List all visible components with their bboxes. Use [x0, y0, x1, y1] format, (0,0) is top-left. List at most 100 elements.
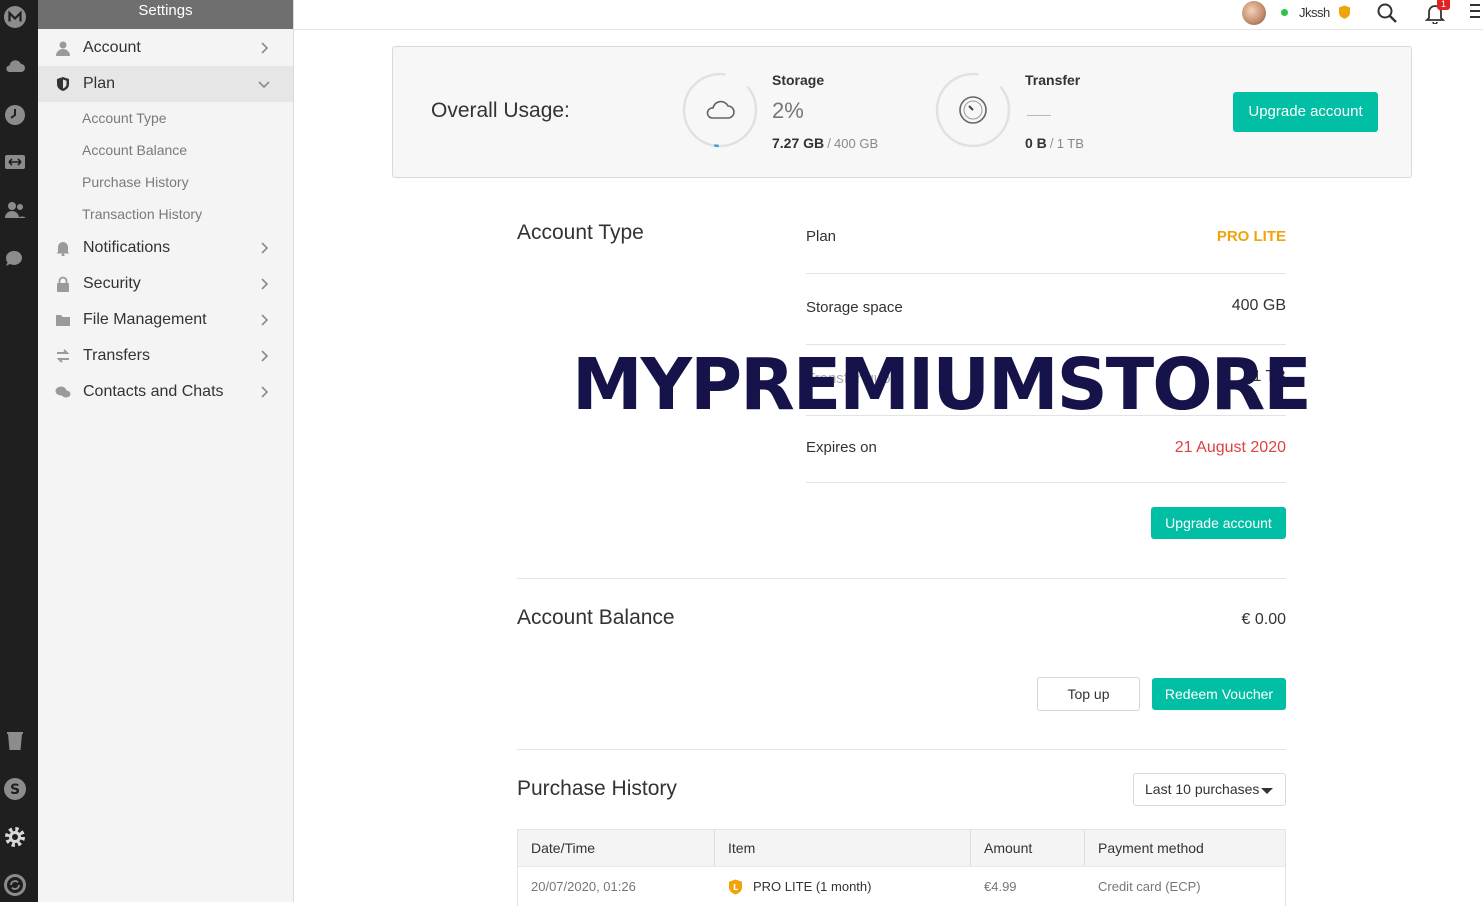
avatar[interactable]	[1242, 1, 1266, 25]
lock-icon	[54, 276, 71, 293]
plan-value: PRO LITE	[1216, 228, 1286, 245]
sidebar-item-label: Security	[83, 275, 141, 292]
sync-icon[interactable]	[3, 873, 27, 897]
storage-percent: 2%	[772, 98, 804, 123]
top-up-button[interactable]: Top up	[1037, 677, 1140, 711]
rubbish-bin-icon[interactable]	[3, 729, 27, 753]
storage-total: 400 GB	[834, 136, 879, 151]
pro-badge-icon	[1339, 5, 1350, 19]
sidebar-subitem-transaction-history[interactable]: Transaction History	[38, 198, 293, 230]
chat-icon[interactable]	[3, 247, 27, 271]
upgrade-account-button-top[interactable]: Upgrade account	[1233, 92, 1378, 132]
chevron-right-icon	[261, 278, 269, 290]
storage-space-value: 400 GB	[1231, 297, 1286, 314]
divider	[806, 273, 1286, 274]
sidebar-item-notifications[interactable]: Notifications	[38, 230, 293, 266]
cell-item-label: PRO LITE (1 month)	[753, 878, 872, 894]
upgrade-account-button[interactable]: Upgrade account	[1151, 507, 1286, 539]
table-header: Date/Time Item Amount Payment method	[518, 830, 1285, 866]
sidebar-item-label: Contacts and Chats	[83, 383, 224, 400]
top-bar: Jkssh 1	[294, 0, 1483, 30]
cell-amount: €4.99	[984, 879, 1017, 894]
sidebar-header: Settings	[38, 0, 293, 29]
svg-text:S: S	[10, 782, 20, 798]
sidebar-item-label: Plan	[83, 75, 116, 92]
transfer-value: 0 B/1 TB	[1025, 135, 1084, 151]
bell-icon	[54, 240, 71, 257]
overall-usage-card: Overall Usage: Storage 2% 7.27 GB/400 GB…	[392, 46, 1412, 178]
chevron-right-icon	[261, 386, 269, 398]
chevron-right-icon	[261, 314, 269, 326]
transfer-percent-placeholder	[1027, 115, 1051, 116]
achievements-icon[interactable]: S	[3, 777, 27, 801]
expires-on-label: Expires on	[806, 439, 877, 456]
account-type-title: Account Type	[517, 221, 644, 244]
chat-bubbles-icon	[54, 384, 71, 401]
chevron-down-icon	[258, 81, 270, 89]
sidebar-subitem-account-balance[interactable]: Account Balance	[38, 134, 293, 166]
menu-icon[interactable]	[1470, 4, 1480, 22]
username[interactable]: Jkssh	[1299, 5, 1330, 20]
transfer-used: 0 B	[1025, 135, 1047, 151]
recents-clock-icon[interactable]	[3, 103, 27, 127]
app-rail: S	[0, 0, 38, 902]
transfer-total: 1 TB	[1056, 136, 1084, 151]
caret-down-icon	[1261, 788, 1273, 794]
column-header-date[interactable]: Date/Time	[518, 830, 715, 866]
purchase-filter-dropdown[interactable]: Last 10 purchases	[1133, 773, 1286, 806]
notification-count-badge: 1	[1437, 0, 1450, 10]
folder-icon	[54, 312, 71, 329]
search-icon[interactable]	[1376, 2, 1398, 24]
cloud-drive-icon[interactable]	[3, 54, 27, 78]
purchase-history-table: Date/Time Item Amount Payment method 20/…	[517, 829, 1286, 906]
transfer-arrows-icon	[54, 348, 71, 365]
sidebar-item-security[interactable]: Security	[38, 266, 293, 302]
sidebar-subitem-account-type[interactable]: Account Type	[38, 102, 293, 134]
pro-lite-badge-icon: L	[729, 879, 742, 894]
storage-space-label: Storage space	[806, 299, 903, 316]
purchase-filter-value: Last 10 purchases	[1145, 781, 1260, 797]
column-header-item[interactable]: Item	[715, 830, 971, 866]
redeem-voucher-button[interactable]: Redeem Voucher	[1152, 678, 1286, 710]
column-header-payment-method[interactable]: Payment method	[1085, 830, 1285, 866]
sidebar-subitem-purchase-history[interactable]: Purchase History	[38, 166, 293, 198]
plan-label: Plan	[806, 228, 837, 245]
cell-date: 20/07/2020, 01:26	[531, 879, 636, 894]
sidebar-item-transfers[interactable]: Transfers	[38, 338, 293, 374]
chevron-right-icon	[261, 242, 269, 254]
watermark-text: MYPREMIUMSTORE	[572, 343, 1312, 426]
table-row[interactable]: 20/07/2020, 01:26 L PRO LITE (1 month) €…	[518, 866, 1285, 906]
storage-used: 7.27 GB	[772, 135, 825, 151]
storage-separator: /	[827, 135, 832, 151]
account-balance-title: Account Balance	[517, 606, 675, 629]
svg-text:L: L	[733, 883, 738, 892]
section-divider	[517, 749, 1286, 750]
settings-sidebar: Settings Account Plan Account Type Accou…	[38, 0, 294, 902]
shield-icon	[54, 76, 71, 93]
sidebar-item-label: File Management	[83, 311, 207, 328]
account-balance-value: € 0.00	[1241, 611, 1286, 628]
sidebar-item-plan[interactable]: Plan	[38, 66, 293, 102]
cell-payment-method: Credit card (ECP)	[1098, 879, 1201, 894]
contacts-icon[interactable]	[3, 198, 27, 222]
mega-logo-icon[interactable]	[3, 5, 27, 29]
sidebar-item-account[interactable]: Account	[38, 30, 293, 66]
online-status-dot	[1281, 9, 1288, 16]
cell-item: L PRO LITE (1 month)	[715, 867, 971, 906]
transfer-separator: /	[1049, 135, 1054, 151]
sidebar-item-label: Account	[83, 39, 141, 56]
chevron-right-icon	[261, 350, 269, 362]
settings-gear-icon[interactable]	[3, 825, 27, 849]
transfer-label: Transfer	[1025, 72, 1081, 88]
purchase-history-title: Purchase History	[517, 777, 677, 800]
expires-on-value: 21 August 2020	[1174, 439, 1286, 456]
storage-value: 7.27 GB/400 GB	[772, 135, 878, 151]
column-header-amount[interactable]: Amount	[971, 830, 1085, 866]
user-icon	[54, 40, 71, 57]
sidebar-item-file-management[interactable]: File Management	[38, 302, 293, 338]
sidebar-item-label: Transfers	[83, 347, 150, 364]
section-divider	[517, 578, 1286, 579]
sidebar-item-contacts-and-chats[interactable]: Contacts and Chats	[38, 374, 293, 410]
storage-label: Storage	[772, 72, 825, 88]
transfers-arrows-icon[interactable]	[3, 150, 27, 174]
